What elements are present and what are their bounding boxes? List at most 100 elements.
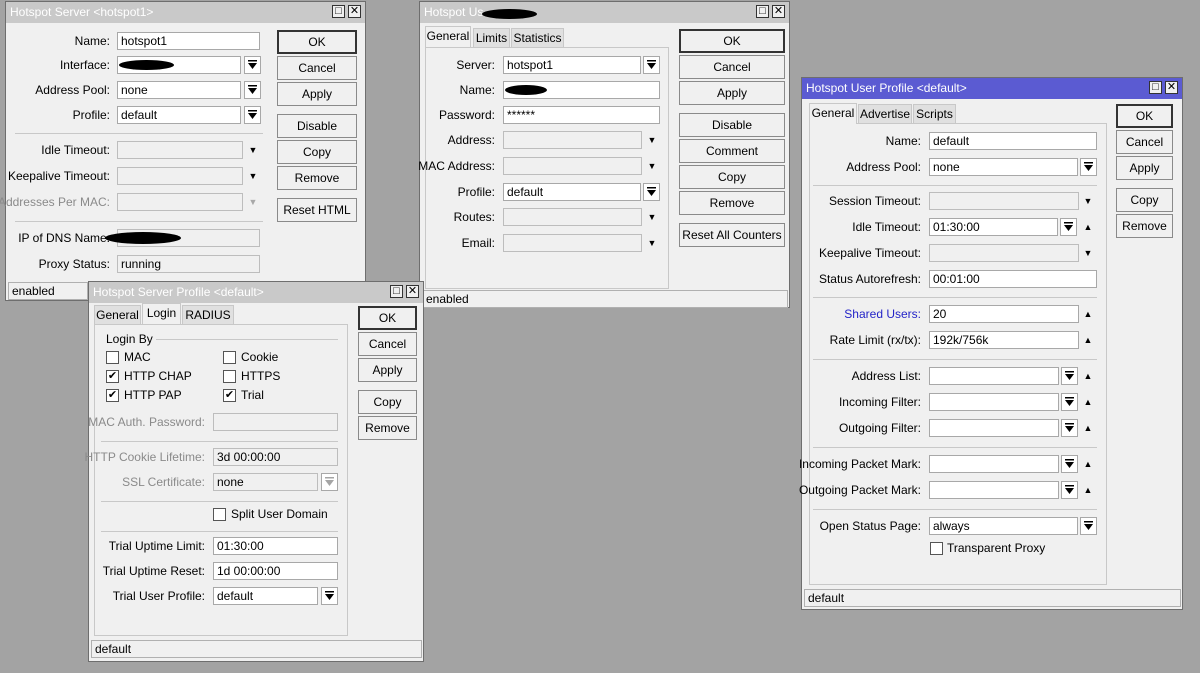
- checkbox[interactable]: [930, 542, 943, 555]
- dropdown-button[interactable]: [1080, 517, 1097, 535]
- remove-button[interactable]: Remove: [277, 166, 357, 190]
- dropdown-button[interactable]: [1061, 419, 1078, 437]
- dropdown-button[interactable]: [1060, 218, 1077, 236]
- window-title[interactable]: Hotspot Server Profile <default>: [89, 282, 423, 303]
- apply-button[interactable]: Apply: [679, 81, 785, 105]
- maximize-button[interactable]: □: [756, 5, 769, 18]
- address-list-field[interactable]: [929, 367, 1059, 385]
- close-button[interactable]: ✕: [772, 5, 785, 18]
- expand-arrow-icon[interactable]: ▼: [646, 157, 658, 175]
- close-button[interactable]: ✕: [1165, 81, 1178, 94]
- open-status-page-field[interactable]: always: [929, 517, 1078, 535]
- remove-button[interactable]: Remove: [358, 416, 417, 440]
- address-pool-field[interactable]: none: [929, 158, 1078, 176]
- checkbox[interactable]: ✔: [223, 389, 236, 402]
- collapse-arrow-icon[interactable]: ▲: [1082, 218, 1094, 236]
- cancel-button[interactable]: Cancel: [277, 56, 357, 80]
- ok-button[interactable]: OK: [1116, 104, 1173, 128]
- checkbox[interactable]: [213, 508, 226, 521]
- tab-radius[interactable]: RADIUS: [182, 305, 234, 325]
- name-field[interactable]: default: [929, 132, 1097, 150]
- dropdown-button[interactable]: [321, 473, 338, 491]
- collapse-arrow-icon[interactable]: ▲: [1082, 455, 1094, 473]
- collapse-arrow-icon[interactable]: ▲: [1082, 419, 1094, 437]
- dropdown-button[interactable]: [244, 106, 261, 124]
- dropdown-button[interactable]: [321, 587, 338, 605]
- window-title[interactable]: Hotspot User Profile <default>: [802, 78, 1182, 99]
- collapse-arrow-icon[interactable]: ▲: [1082, 393, 1094, 411]
- close-button[interactable]: ✕: [348, 5, 361, 18]
- comment-button[interactable]: Comment: [679, 139, 785, 163]
- status-autorefresh-field[interactable]: 00:01:00: [929, 270, 1097, 288]
- tab-login[interactable]: Login: [142, 303, 181, 324]
- close-button[interactable]: ✕: [406, 285, 419, 298]
- outgoing-filter-field[interactable]: [929, 419, 1059, 437]
- checkbox[interactable]: [106, 351, 119, 364]
- checkbox[interactable]: [223, 351, 236, 364]
- ok-button[interactable]: OK: [358, 306, 417, 330]
- name-field[interactable]: hotspot1: [117, 32, 260, 50]
- dropdown-button[interactable]: [1061, 455, 1078, 473]
- dropdown-button[interactable]: [244, 56, 261, 74]
- idle-timeout-field[interactable]: 01:30:00: [929, 218, 1058, 236]
- expand-arrow-icon[interactable]: ▼: [247, 167, 259, 185]
- incoming-filter-field[interactable]: [929, 393, 1059, 411]
- copy-button[interactable]: Copy: [358, 390, 417, 414]
- expand-arrow-icon[interactable]: ▼: [1082, 192, 1094, 210]
- tab-general[interactable]: General: [94, 305, 141, 325]
- apply-button[interactable]: Apply: [1116, 156, 1173, 180]
- expand-arrow-icon[interactable]: ▼: [646, 208, 658, 226]
- tab-general[interactable]: General: [425, 26, 471, 47]
- window-title[interactable]: Hotspot Us: [420, 2, 789, 23]
- maximize-button[interactable]: □: [332, 5, 345, 18]
- reset-html-button[interactable]: Reset HTML: [277, 198, 357, 222]
- trial-uptime-reset-field[interactable]: 1d 00:00:00: [213, 562, 338, 580]
- copy-button[interactable]: Copy: [679, 165, 785, 189]
- expand-arrow-icon[interactable]: ▼: [1082, 244, 1094, 262]
- expand-arrow-icon[interactable]: ▼: [247, 141, 259, 159]
- address-pool-field[interactable]: none: [117, 81, 241, 99]
- dropdown-button[interactable]: [1061, 481, 1078, 499]
- dropdown-button[interactable]: [244, 81, 261, 99]
- profile-field[interactable]: default: [117, 106, 241, 124]
- cancel-button[interactable]: Cancel: [1116, 130, 1173, 154]
- checkbox[interactable]: ✔: [106, 389, 119, 402]
- profile-field[interactable]: default: [503, 183, 641, 201]
- remove-button[interactable]: Remove: [1116, 214, 1173, 238]
- expand-arrow-icon[interactable]: ▼: [247, 193, 259, 211]
- expand-arrow-icon[interactable]: ▼: [646, 131, 658, 149]
- collapse-arrow-icon[interactable]: ▲: [1082, 331, 1094, 349]
- dropdown-button[interactable]: [1061, 393, 1078, 411]
- server-field[interactable]: hotspot1: [503, 56, 641, 74]
- cancel-button[interactable]: Cancel: [679, 55, 785, 79]
- cancel-button[interactable]: Cancel: [358, 332, 417, 356]
- tab-scripts[interactable]: Scripts: [913, 104, 956, 124]
- dropdown-button[interactable]: [1080, 158, 1097, 176]
- tab-statistics[interactable]: Statistics: [511, 28, 564, 48]
- trial-uptime-limit-field[interactable]: 01:30:00: [213, 537, 338, 555]
- window-title[interactable]: Hotspot Server <hotspot1>: [6, 2, 365, 23]
- collapse-arrow-icon[interactable]: ▲: [1082, 305, 1094, 323]
- outgoing-packet-mark-field[interactable]: [929, 481, 1059, 499]
- tab-advertise[interactable]: Advertise: [858, 104, 912, 124]
- maximize-button[interactable]: □: [390, 285, 403, 298]
- remove-button[interactable]: Remove: [679, 191, 785, 215]
- tab-general[interactable]: General: [809, 103, 857, 124]
- apply-button[interactable]: Apply: [358, 358, 417, 382]
- password-field[interactable]: ******: [503, 106, 660, 124]
- expand-arrow-icon[interactable]: ▼: [646, 234, 658, 252]
- checkbox[interactable]: ✔: [106, 370, 119, 383]
- checkbox[interactable]: [223, 370, 236, 383]
- rate-limit-field[interactable]: 192k/756k: [929, 331, 1079, 349]
- disable-button[interactable]: Disable: [679, 113, 785, 137]
- copy-button[interactable]: Copy: [1116, 188, 1173, 212]
- collapse-arrow-icon[interactable]: ▲: [1082, 481, 1094, 499]
- tab-limits[interactable]: Limits: [473, 28, 510, 48]
- dropdown-button[interactable]: [643, 56, 660, 74]
- ok-button[interactable]: OK: [679, 29, 785, 53]
- copy-button[interactable]: Copy: [277, 140, 357, 164]
- dropdown-button[interactable]: [1061, 367, 1078, 385]
- trial-user-profile-field[interactable]: default: [213, 587, 318, 605]
- apply-button[interactable]: Apply: [277, 82, 357, 106]
- shared-users-field[interactable]: 20: [929, 305, 1079, 323]
